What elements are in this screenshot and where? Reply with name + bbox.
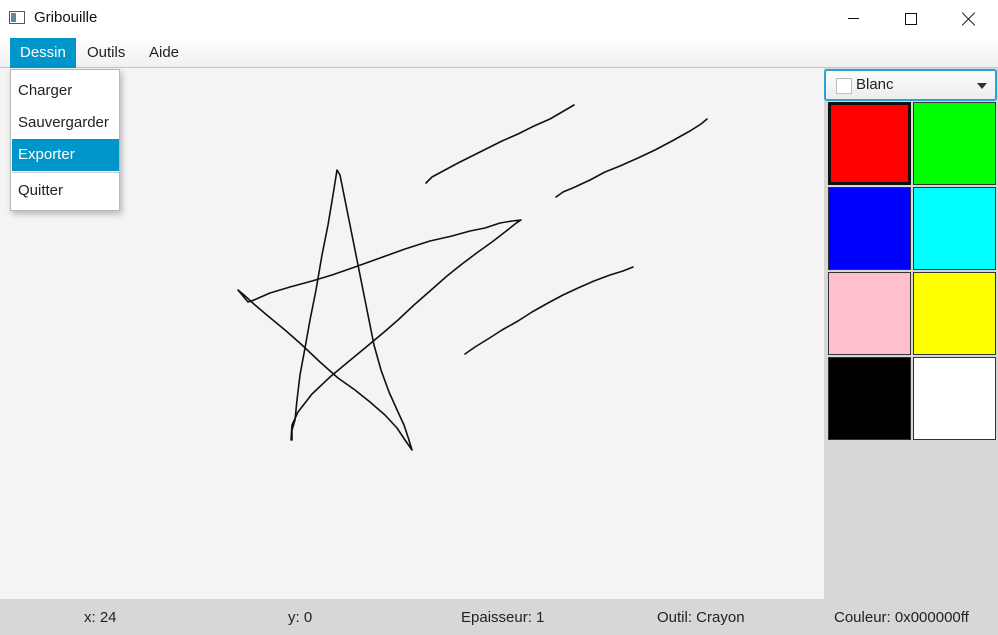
- status-bar: x: 24 y: 0 Epaisseur: 1 Outil: Crayon Co…: [0, 599, 998, 635]
- drawing-canvas[interactable]: [0, 68, 824, 599]
- minimize-button[interactable]: [824, 0, 882, 37]
- line-stroke-3: [464, 266, 634, 355]
- status-x: x: 24: [84, 609, 117, 626]
- status-outil: Outil: Crayon: [657, 609, 745, 626]
- maximize-button[interactable]: [882, 0, 940, 37]
- line-stroke-2: [555, 118, 708, 198]
- dessin-dropdown-menu: Charger Sauvergarder Exporter Quitter: [10, 69, 120, 211]
- chevron-down-icon: [977, 83, 987, 89]
- swatch-red[interactable]: [828, 102, 911, 185]
- menu-outils[interactable]: Outils: [77, 38, 135, 68]
- swatch-green[interactable]: [913, 102, 996, 185]
- line-stroke-1: [425, 104, 575, 184]
- menu-item-sauvergarder[interactable]: Sauvergarder: [12, 107, 119, 139]
- selected-color-swatch: [836, 78, 852, 94]
- app-icon: [9, 11, 25, 24]
- drawing-strokes: [237, 104, 708, 451]
- swatch-yellow[interactable]: [913, 272, 996, 355]
- status-couleur: Couleur: 0x000000ff: [834, 609, 969, 626]
- minimize-icon: [847, 18, 859, 19]
- status-epaisseur: Epaisseur: 1: [461, 609, 545, 626]
- swatch-blue[interactable]: [828, 187, 911, 270]
- title-bar: Gribouille: [0, 0, 998, 37]
- menu-separator: [12, 172, 119, 173]
- menu-aide[interactable]: Aide: [139, 38, 189, 68]
- close-icon: [962, 12, 976, 26]
- color-combobox[interactable]: Blanc: [824, 69, 997, 101]
- window-title: Gribouille: [34, 9, 98, 26]
- close-button[interactable]: [940, 0, 998, 37]
- color-panel: Blanc: [824, 68, 998, 599]
- swatch-cyan[interactable]: [913, 187, 996, 270]
- star-stroke: [237, 169, 522, 451]
- menu-item-exporter[interactable]: Exporter: [12, 139, 119, 171]
- menu-item-charger[interactable]: Charger: [12, 75, 119, 107]
- maximize-icon: [905, 12, 917, 25]
- menu-dessin[interactable]: Dessin: [10, 38, 76, 68]
- menu-bar: Dessin Outils Aide: [0, 37, 998, 68]
- swatch-pink[interactable]: [828, 272, 911, 355]
- swatch-white[interactable]: [913, 357, 996, 440]
- swatch-black[interactable]: [828, 357, 911, 440]
- status-y: y: 0: [288, 609, 313, 626]
- color-combobox-label: Blanc: [856, 76, 894, 93]
- menu-item-quitter[interactable]: Quitter: [12, 175, 119, 207]
